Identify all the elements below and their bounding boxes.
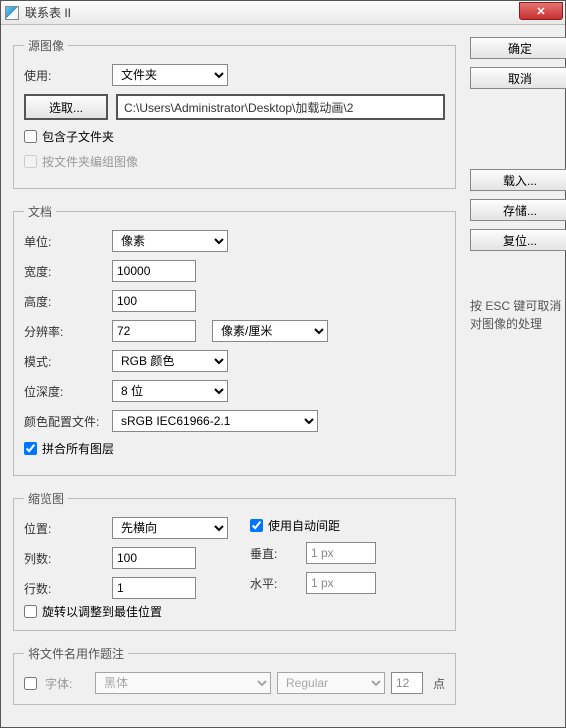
caption-legend: 将文件名用作题注 [24,645,128,662]
source-legend: 源图像 [24,37,68,54]
rows-label: 行数: [24,580,112,597]
client-area: 源图像 使用: 文件夹 选取... C:\Users\Administrator… [1,25,565,715]
profile-label: 颜色配置文件: [24,413,112,430]
choose-button[interactable]: 选取... [24,94,108,120]
res-unit-combo[interactable]: 像素/厘米 [212,320,328,342]
flatten-check[interactable]: 拼合所有图层 [24,440,445,457]
right-column: 确定 取消 载入... 存储... 复位... 按 ESC 键可取消 对图像的处… [470,37,566,705]
mode-label: 模式: [24,353,112,370]
flatten-label: 拼合所有图层 [42,440,114,457]
rotate-checkbox[interactable] [24,605,37,618]
autospace-label: 使用自动间距 [268,517,340,534]
mode-combo[interactable]: RGB 颜色 [112,350,228,372]
flatten-checkbox[interactable] [24,442,37,455]
save-button[interactable]: 存储... [470,199,566,221]
rows-input[interactable] [112,577,196,599]
use-combo[interactable]: 文件夹 [112,64,228,86]
use-label: 使用: [24,67,112,84]
depth-label: 位深度: [24,383,112,400]
rotate-check[interactable]: 旋转以调整到最佳位置 [24,603,445,620]
caption-group: 将文件名用作题注 字体: 黑体 Regular 点 [13,645,456,705]
reset-button[interactable]: 复位... [470,229,566,251]
autospace-check[interactable]: 使用自动间距 [250,517,340,534]
place-combo[interactable]: 先横向 [112,517,228,539]
cols-input[interactable] [112,547,196,569]
include-subfolders-label: 包含子文件夹 [42,128,114,145]
horz-input [306,572,376,594]
document-group: 文档 单位: 像素 宽度: 高度: 分辨率: [13,203,456,476]
font-face-combo: 黑体 [95,672,271,694]
res-input[interactable] [112,320,196,342]
rotate-label: 旋转以调整到最佳位置 [42,603,162,620]
profile-combo[interactable]: sRGB IEC61966-2.1 [112,410,318,432]
dialog-window: 联系表 II ✕ 源图像 使用: 文件夹 选取... C:\Users\Admi… [0,0,566,728]
thumbnail-group: 缩览图 位置: 先横向 列数: [13,490,456,631]
autospace-checkbox[interactable] [250,519,263,532]
include-subfolders-check[interactable]: 包含子文件夹 [24,128,445,145]
path-display: C:\Users\Administrator\Desktop\加载动画\2 [116,94,445,120]
cancel-button[interactable]: 取消 [470,67,566,89]
unit-label: 单位: [24,233,112,250]
group-by-folder-check: 按文件夹编组图像 [24,153,445,170]
thumbnail-legend: 缩览图 [24,490,68,507]
group-by-folder-label: 按文件夹编组图像 [42,153,138,170]
vert-input [306,542,376,564]
height-input[interactable] [112,290,196,312]
close-button[interactable]: ✕ [519,2,563,20]
cols-label: 列数: [24,550,112,567]
group-by-folder-checkbox [24,155,37,168]
include-subfolders-checkbox[interactable] [24,130,37,143]
unit-combo[interactable]: 像素 [112,230,228,252]
app-icon [5,6,19,20]
esc-hint: 按 ESC 键可取消 对图像的处理 [470,297,566,333]
vert-label: 垂直: [250,545,306,562]
window-title: 联系表 II [25,4,71,21]
height-label: 高度: [24,293,112,310]
font-size-input [391,672,423,694]
source-group: 源图像 使用: 文件夹 选取... C:\Users\Administrator… [13,37,456,189]
caption-enable-checkbox[interactable] [24,677,37,690]
load-button[interactable]: 载入... [470,169,566,191]
font-label: 字体: [45,675,89,692]
place-label: 位置: [24,520,112,537]
pt-label: 点 [433,675,445,692]
width-label: 宽度: [24,263,112,280]
ok-button[interactable]: 确定 [470,37,566,59]
horz-label: 水平: [250,575,306,592]
font-style-combo: Regular [277,672,385,694]
document-legend: 文档 [24,203,56,220]
res-label: 分辨率: [24,323,112,340]
width-input[interactable] [112,260,196,282]
depth-combo[interactable]: 8 位 [112,380,228,402]
left-column: 源图像 使用: 文件夹 选取... C:\Users\Administrator… [13,37,456,705]
titlebar: 联系表 II ✕ [1,1,565,25]
